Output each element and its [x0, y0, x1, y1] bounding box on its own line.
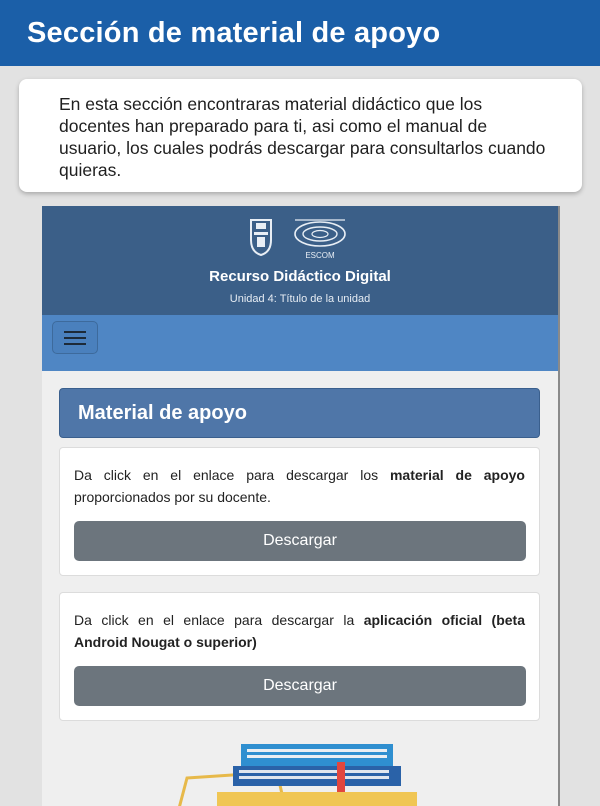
intro-card: En esta sección encontraras material did… — [19, 79, 582, 192]
download-card-app: Da click en el enlace para descargar la … — [59, 592, 540, 721]
hamburger-menu-icon[interactable] — [52, 321, 98, 354]
banner-title: Sección de material de apoyo — [27, 16, 441, 49]
ipn-logo-icon — [250, 219, 272, 256]
app-subtitle: Unidad 4: Título de la unidad — [229, 293, 371, 305]
section-heading: Material de apoyo — [59, 388, 540, 438]
app-navbar — [42, 315, 558, 371]
books-illustration — [178, 744, 417, 806]
escom-logo-text: ESCOM — [305, 251, 335, 260]
app-preview: ESCOM Recurso Didáctico Digital Unidad 4… — [42, 206, 560, 806]
app-header: ESCOM Recurso Didáctico Digital Unidad 4… — [42, 206, 558, 315]
logos: ESCOM — [42, 214, 558, 262]
download-card-material: Da click en el enlace para descargar los… — [59, 447, 540, 576]
app-title: Recurso Didáctico Digital — [209, 268, 391, 285]
card-text: Da click en el enlace para descargar los… — [74, 467, 525, 505]
card-text: Da click en el enlace para descargar la … — [74, 612, 525, 650]
escom-logo-icon: ESCOM — [294, 219, 346, 260]
intro-text: En esta sección encontraras material did… — [59, 94, 546, 180]
download-app-button[interactable]: Descargar — [74, 666, 526, 706]
download-material-button[interactable]: Descargar — [74, 521, 526, 561]
top-banner: Sección de material de apoyo — [0, 0, 600, 66]
